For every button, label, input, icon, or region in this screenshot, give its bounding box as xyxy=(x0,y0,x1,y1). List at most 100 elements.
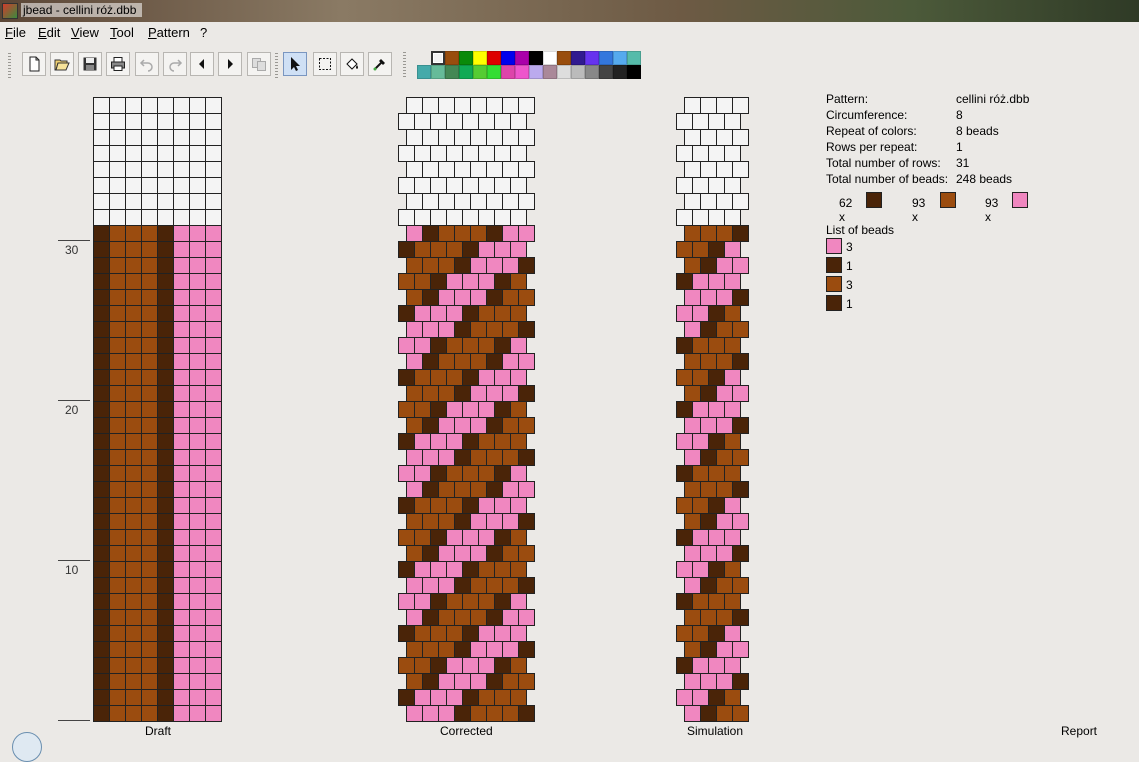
bead xyxy=(109,705,126,722)
palette-color[interactable] xyxy=(417,65,431,79)
bead xyxy=(676,625,693,642)
bead xyxy=(189,417,206,434)
bead xyxy=(205,689,222,706)
bead xyxy=(510,209,527,226)
palette-color[interactable] xyxy=(501,65,515,79)
bead xyxy=(189,401,206,418)
bead xyxy=(398,209,415,226)
bead xyxy=(430,145,447,162)
select-tool-button[interactable] xyxy=(313,52,337,76)
palette-color[interactable] xyxy=(585,65,599,79)
bead xyxy=(724,433,741,450)
palette-color[interactable] xyxy=(473,65,487,79)
bead xyxy=(173,225,190,242)
bead xyxy=(205,337,222,354)
ruler-label: 30 xyxy=(65,243,79,257)
menu-tool[interactable]: Tool xyxy=(110,25,134,40)
bead-list-count: 1 xyxy=(846,297,853,311)
palette-color[interactable] xyxy=(571,51,585,65)
ruler-tick xyxy=(58,400,90,401)
palette-color[interactable] xyxy=(501,51,515,65)
bead xyxy=(716,97,733,114)
palette-color[interactable] xyxy=(529,51,543,65)
palette-color[interactable] xyxy=(459,51,473,65)
palette-color[interactable] xyxy=(613,65,627,79)
print-button[interactable] xyxy=(106,52,130,76)
palette-color[interactable] xyxy=(627,65,641,79)
bead xyxy=(486,257,503,274)
bead xyxy=(518,609,535,626)
menu-pattern[interactable]: Pattern xyxy=(148,25,190,40)
toolbar-grip[interactable] xyxy=(275,52,278,78)
bead xyxy=(205,449,222,466)
bead xyxy=(406,641,423,658)
scroll-left-button[interactable] xyxy=(190,52,214,76)
palette-color[interactable] xyxy=(613,51,627,65)
bead xyxy=(173,481,190,498)
palette-color[interactable] xyxy=(557,65,571,79)
bead xyxy=(478,177,495,194)
palette-color[interactable] xyxy=(585,51,599,65)
pipette-tool-button[interactable] xyxy=(368,52,392,76)
bead xyxy=(676,465,693,482)
palette-color[interactable] xyxy=(515,51,529,65)
palette-grip[interactable] xyxy=(403,51,406,77)
bead xyxy=(141,673,158,690)
palette-color[interactable] xyxy=(445,65,459,79)
bead xyxy=(141,561,158,578)
palette-color[interactable] xyxy=(529,65,543,79)
palette-color[interactable] xyxy=(473,51,487,65)
bead xyxy=(518,673,535,690)
bead xyxy=(422,705,439,722)
palette-color[interactable] xyxy=(571,65,585,79)
bead xyxy=(684,161,701,178)
palette-color[interactable] xyxy=(431,65,445,79)
bead xyxy=(438,705,455,722)
bead xyxy=(173,305,190,322)
arrow-right-icon xyxy=(222,56,238,72)
open-file-button[interactable] xyxy=(50,52,74,76)
bead xyxy=(173,417,190,434)
bead xyxy=(486,577,503,594)
bead xyxy=(173,561,190,578)
palette-color[interactable] xyxy=(487,65,501,79)
bead xyxy=(141,145,158,162)
bead xyxy=(93,321,110,338)
menu-file[interactable]: File xyxy=(5,25,26,40)
bead xyxy=(125,129,142,146)
toolbar-grip[interactable] xyxy=(8,52,11,78)
scroll-right-button[interactable] xyxy=(218,52,242,76)
bead xyxy=(205,321,222,338)
bead xyxy=(93,609,110,626)
fill-tool-button[interactable] xyxy=(340,52,364,76)
palette-color[interactable] xyxy=(599,65,613,79)
bead xyxy=(173,433,190,450)
bead xyxy=(109,129,126,146)
palette-color[interactable] xyxy=(557,51,571,65)
bead xyxy=(732,513,749,530)
bead xyxy=(173,161,190,178)
menu-help[interactable]: ? xyxy=(200,25,207,40)
bead xyxy=(173,513,190,530)
menu-view[interactable]: View xyxy=(71,25,99,40)
palette-color[interactable] xyxy=(599,51,613,65)
bead xyxy=(141,513,158,530)
save-button[interactable] xyxy=(78,52,102,76)
new-file-button[interactable] xyxy=(22,52,46,76)
palette-color[interactable] xyxy=(487,51,501,65)
palette-color[interactable] xyxy=(627,51,641,65)
palette-color[interactable] xyxy=(445,51,459,65)
bead xyxy=(510,177,527,194)
palette-color[interactable] xyxy=(543,51,557,65)
palette-color[interactable] xyxy=(459,65,473,79)
bead xyxy=(486,481,503,498)
bead xyxy=(470,481,487,498)
pencil-tool-button[interactable] xyxy=(283,52,307,76)
palette-color[interactable] xyxy=(431,51,445,65)
bead xyxy=(486,385,503,402)
bead xyxy=(109,529,126,546)
palette-color[interactable] xyxy=(515,65,529,79)
menu-edit[interactable]: Edit xyxy=(38,25,60,40)
bead xyxy=(470,545,487,562)
palette-color[interactable] xyxy=(543,65,557,79)
